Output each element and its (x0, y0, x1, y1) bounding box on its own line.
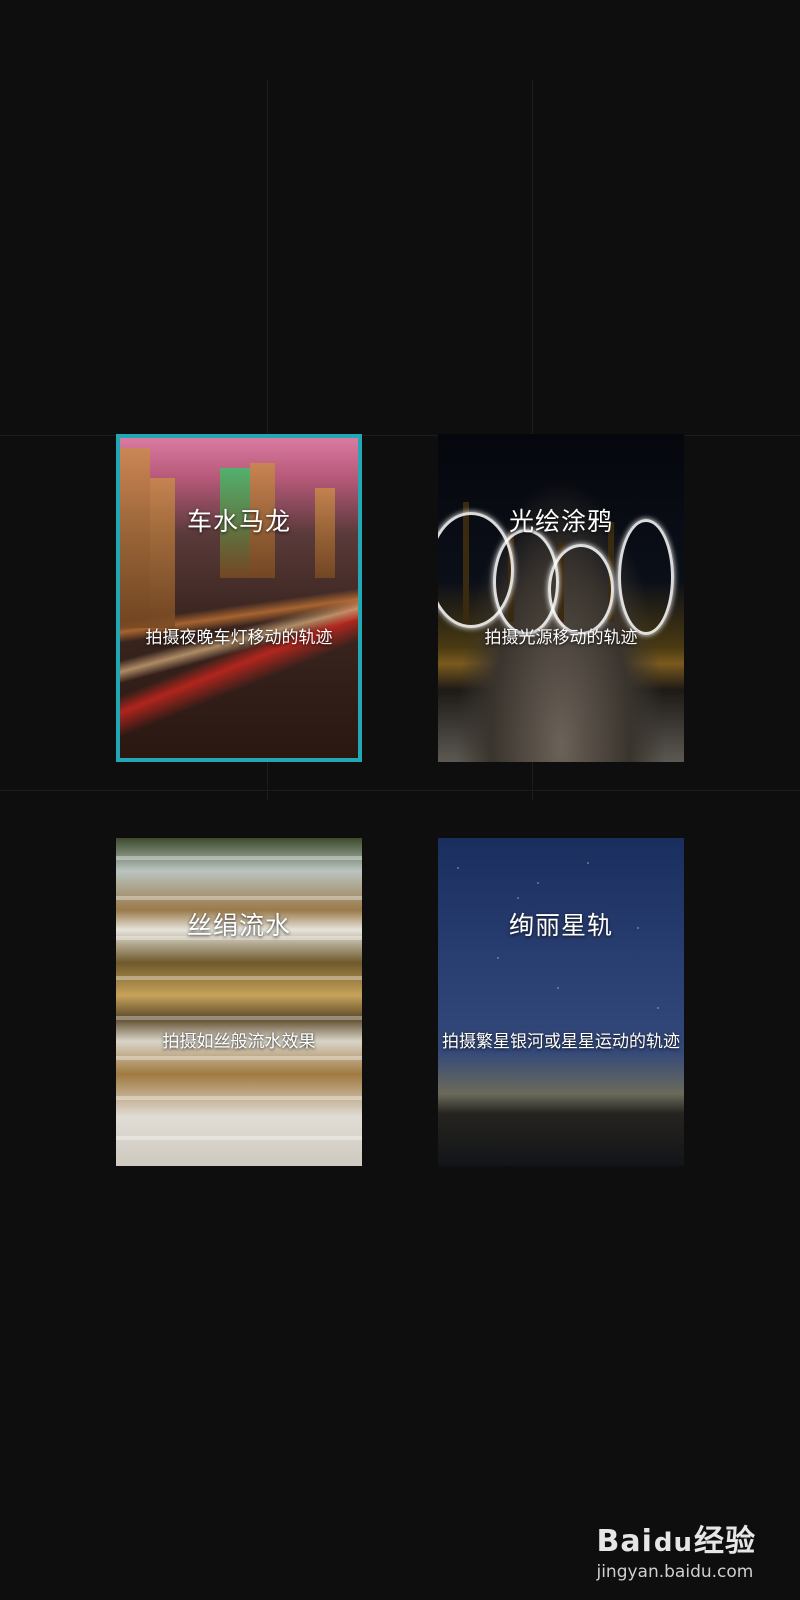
grid-line-horizontal (0, 790, 800, 791)
mode-card-light-painting[interactable]: 光绘涂鸦 拍摄光源移动的轨迹 (438, 434, 684, 762)
traffic-night-image (120, 438, 358, 758)
mode-description: 拍摄如丝般流水效果 (162, 1032, 316, 1052)
watermark-logo: Baidu经验 (596, 1516, 756, 1560)
watermark-brand-suffix: 经验 (694, 1524, 756, 1559)
mode-card-traffic-trails[interactable]: 车水马龙 拍摄夜晚车灯移动的轨迹 (116, 434, 362, 762)
mode-description: 拍摄繁星银河或星星运动的轨迹 (442, 1032, 680, 1052)
starry-sky-image (438, 838, 684, 1166)
mode-card-silky-water[interactable]: 丝绢流水 拍摄如丝般流水效果 (116, 838, 362, 1166)
watermark-brand: Bai (596, 1524, 653, 1559)
baidu-jingyan-watermark: Baidu经验 jingyan.baidu.com (596, 1516, 756, 1582)
waterfall-image (116, 838, 362, 1166)
mode-card-star-trails[interactable]: 绚丽星轨 拍摄繁星银河或星星运动的轨迹 (438, 838, 684, 1166)
mode-description: 拍摄光源移动的轨迹 (484, 628, 638, 648)
paw-icon: du (653, 1528, 693, 1558)
mode-description: 拍摄夜晚车灯移动的轨迹 (145, 628, 333, 648)
mode-title: 车水马龙 (186, 507, 291, 536)
light-painting-image (438, 434, 684, 762)
mode-title: 丝绢流水 (186, 911, 291, 940)
watermark-url: jingyan.baidu.com (596, 1562, 754, 1582)
mode-title: 光绘涂鸦 (508, 507, 613, 536)
mode-title: 绚丽星轨 (508, 911, 613, 940)
